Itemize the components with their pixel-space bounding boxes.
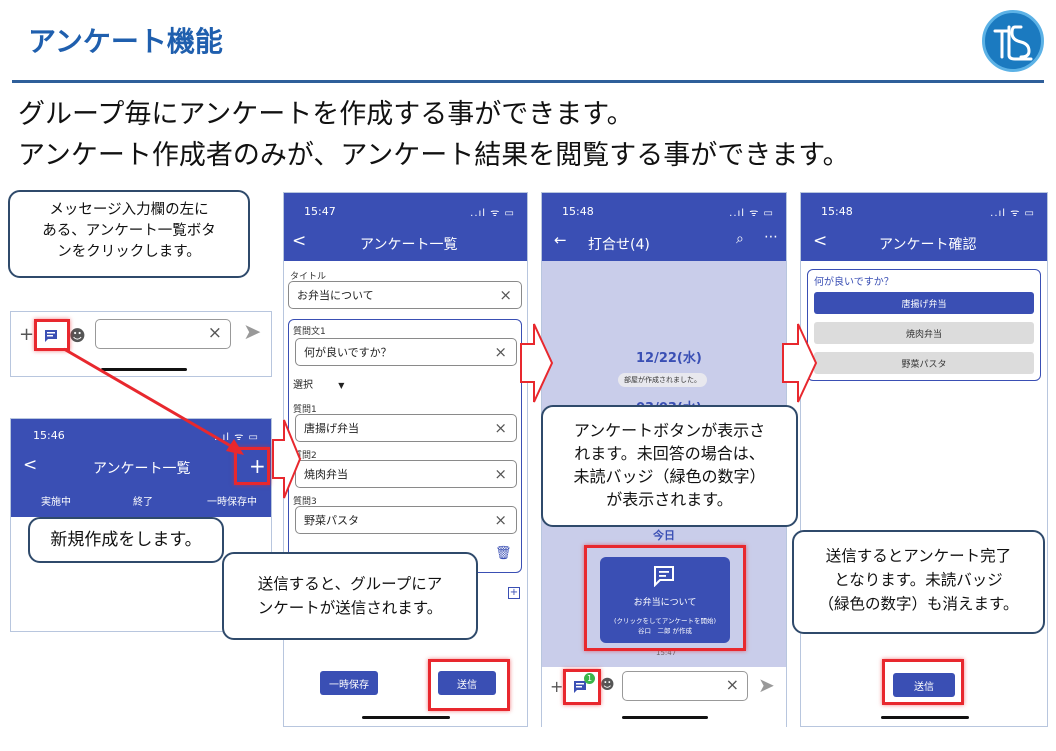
highlight-badge: [563, 669, 601, 705]
clear-icon[interactable]: ×: [208, 323, 222, 343]
option-3[interactable]: 野菜パスタ: [814, 352, 1034, 374]
status-time: 15:48: [562, 205, 594, 218]
tab-active[interactable]: 実施中: [41, 493, 71, 508]
header-divider: [12, 80, 1044, 83]
back-icon[interactable]: <: [292, 231, 306, 251]
more-icon[interactable]: ⋯: [764, 229, 778, 245]
callout-list-button: メッセージ入力欄の左に ある、アンケート一覧ボタ ンをクリックします。: [8, 190, 250, 278]
add-question-icon[interactable]: +: [508, 587, 520, 599]
home-indicator: [362, 716, 450, 719]
screen-title: アンケート一覧: [93, 461, 191, 477]
clear-icon[interactable]: ×: [499, 286, 512, 304]
clear-icon[interactable]: ×: [726, 675, 739, 694]
flow-arrow-2: [520, 323, 554, 403]
option-value-1: 唐揚げ弁当: [304, 422, 359, 435]
date-divider-today: 今日: [653, 529, 675, 542]
status-icons: ..ıl ᯤ ▭: [470, 208, 515, 219]
title-value: お弁当について: [297, 289, 374, 302]
lead-text-2: アンケート作成者のみが、アンケート結果を閲覧する事ができます。: [18, 140, 850, 171]
chat-title: 打合せ(4): [588, 237, 650, 253]
callout-new-create: 新規作成をします。: [28, 517, 224, 563]
tab-draft[interactable]: 一時保存中: [207, 493, 257, 508]
highlight-send-button: [428, 659, 510, 711]
send-arrow-icon[interactable]: ➤: [758, 673, 775, 697]
back-icon[interactable]: <: [23, 455, 37, 475]
question-value: 何が良いですか？: [304, 346, 392, 359]
callout-send-group: 送信すると、グループにア ンケートが送信されます。: [222, 552, 478, 640]
message-input[interactable]: ×: [622, 671, 748, 701]
select-label: 選択: [293, 380, 313, 391]
plus-button[interactable]: +: [19, 324, 34, 345]
survey-create-screen: 15:47 ..ıl ᯤ ▭ < アンケート一覧 タイトル お弁当について × …: [283, 192, 528, 727]
status-icons: ..ıl ᯤ ▭: [990, 208, 1035, 219]
send-arrow-icon[interactable]: ➤: [243, 320, 261, 345]
option-field-1[interactable]: 唐揚げ弁当 ×: [295, 414, 517, 442]
plus-button[interactable]: +: [550, 677, 563, 696]
home-indicator: [881, 716, 969, 719]
question-block: 質問文1 何が良いですか？ × 選択 ▼ 質問1 唐揚げ弁当 × 質問2 焼肉弁…: [288, 319, 522, 573]
status-time: 15:48: [821, 205, 853, 218]
option-field-2[interactable]: 焼肉弁当 ×: [295, 460, 517, 488]
highlight-confirm-send: [882, 659, 964, 705]
back-arrow-icon[interactable]: ←: [554, 231, 567, 249]
title-field[interactable]: お弁当について ×: [288, 281, 522, 309]
lead-text-1: グループ毎にアンケートを作成する事ができます。: [18, 99, 634, 130]
clear-icon[interactable]: ×: [494, 419, 507, 437]
back-icon[interactable]: <: [813, 231, 827, 251]
status-icons: ..ıl ᯤ ▭: [729, 208, 774, 219]
clear-icon[interactable]: ×: [494, 343, 507, 361]
status-time: 15:47: [304, 205, 336, 218]
callout-button-shown: アンケートボタンが表示さ れます。未回答の場合は、 未読バッジ（緑色の数字） が…: [541, 405, 798, 527]
question-card: 何が良いですか？ 唐揚げ弁当 焼肉弁当 野菜パスタ: [807, 269, 1041, 381]
pointer-arrow: [63, 347, 244, 455]
date-divider-1: 12/22(水): [636, 351, 702, 366]
screen-title: アンケート確認: [879, 237, 977, 253]
question-label: 質問文1: [293, 327, 326, 337]
survey-confirm-screen: 15:48 ..ıl ᯤ ▭ < アンケート確認 何が良いですか？ 唐揚げ弁当 …: [800, 192, 1048, 727]
highlight-add-button: [234, 447, 270, 485]
trash-icon[interactable]: 🗑: [495, 546, 512, 561]
tab-ended[interactable]: 終了: [133, 493, 153, 508]
company-logo: [982, 10, 1044, 72]
emoji-icon[interactable]: ☻: [600, 677, 615, 693]
option-value-3: 野菜パスタ: [304, 514, 359, 527]
home-indicator: [622, 716, 708, 719]
clear-icon[interactable]: ×: [494, 465, 507, 483]
question-text: 何が良いですか？: [814, 277, 894, 288]
option-value-2: 焼肉弁当: [304, 468, 348, 481]
callout-send-complete: 送信するとアンケート完了 となります。未読バッジ （緑色の数字）も消えます。: [792, 530, 1045, 634]
select-dropdown[interactable]: 選択 ▼: [293, 376, 344, 391]
system-message: 部屋が作成されました。: [618, 373, 707, 387]
slide-title: アンケート機能: [28, 25, 223, 58]
search-icon[interactable]: ⌕: [736, 231, 744, 247]
highlight-survey-card: [584, 545, 746, 651]
option-2[interactable]: 焼肉弁当: [814, 322, 1034, 344]
save-temp-button[interactable]: 一時保存: [320, 671, 378, 695]
flow-arrow-3: [782, 323, 818, 403]
chevron-down-icon: ▼: [338, 381, 345, 390]
emoji-icon[interactable]: ☻: [69, 326, 86, 345]
clear-icon[interactable]: ×: [494, 511, 507, 529]
option-field-3[interactable]: 野菜パスタ ×: [295, 506, 517, 534]
flow-arrow-1: [272, 419, 302, 499]
screen-title: アンケート一覧: [360, 237, 458, 253]
option-1-selected[interactable]: 唐揚げ弁当: [814, 292, 1034, 314]
question-field[interactable]: 何が良いですか？ ×: [295, 338, 517, 366]
